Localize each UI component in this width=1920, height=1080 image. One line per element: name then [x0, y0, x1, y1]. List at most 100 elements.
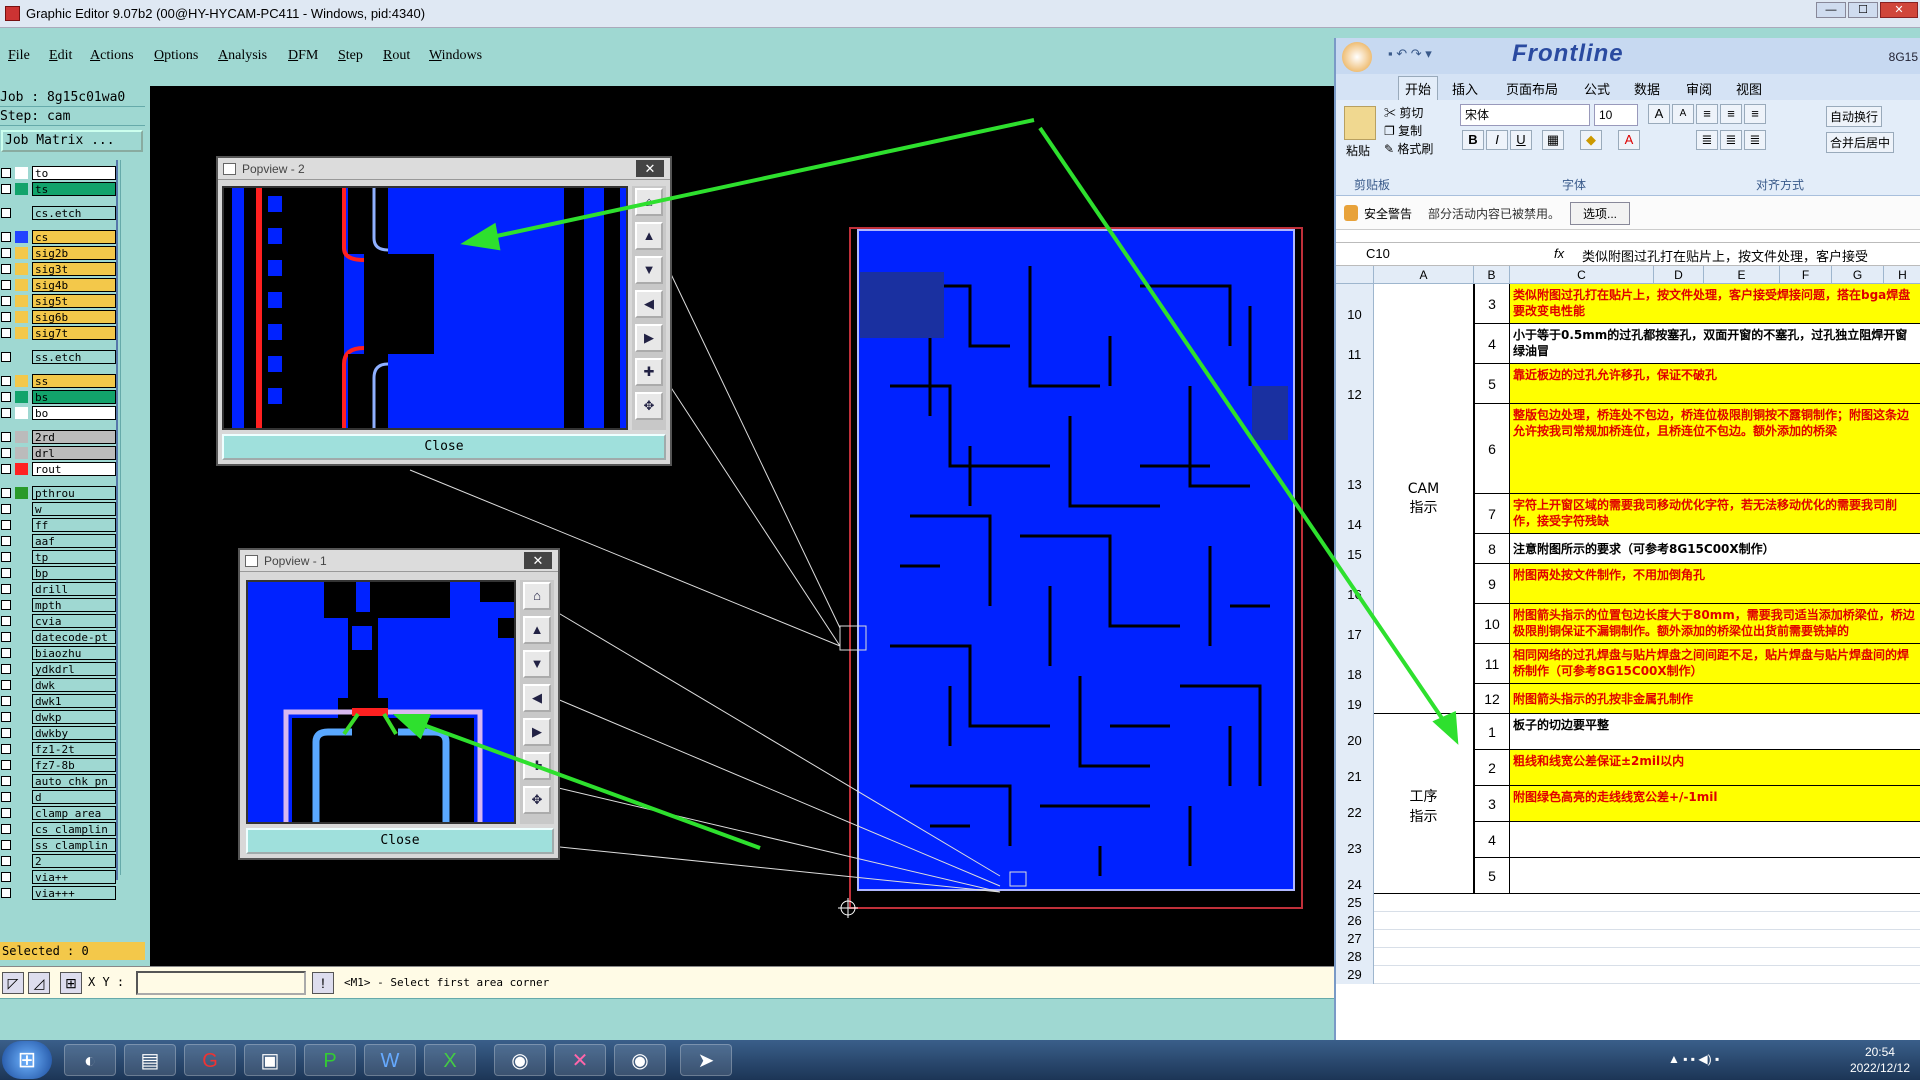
layer-checkbox[interactable] [1, 568, 11, 578]
layer-name[interactable]: dwk [32, 678, 116, 692]
minimize-icon[interactable]: — [1816, 2, 1846, 18]
pan-left-icon[interactable]: ◀ [523, 684, 551, 712]
layer-color-swatch[interactable] [15, 855, 28, 867]
layer-row[interactable]: mpth [0, 598, 118, 612]
col-header-e[interactable]: E [1704, 266, 1780, 284]
layer-name[interactable]: ts [32, 182, 116, 196]
zoom-home-icon[interactable]: ⌂ [523, 582, 551, 610]
close-icon[interactable]: ✕ [524, 552, 552, 569]
layer-color-swatch[interactable] [15, 247, 28, 259]
close-icon[interactable]: ✕ [636, 160, 664, 177]
layer-color-swatch[interactable] [15, 567, 28, 579]
layer-checkbox[interactable] [1, 712, 11, 722]
layer-name[interactable]: dwkby [32, 726, 116, 740]
layer-row[interactable]: sig7t [0, 326, 118, 340]
item-number-cell[interactable]: 5 [1474, 364, 1510, 403]
layer-color-swatch[interactable] [15, 551, 28, 563]
taskbar-app-excel[interactable]: X [424, 1044, 476, 1076]
layer-name[interactable]: via+++ [32, 886, 116, 900]
item-number-cell[interactable]: 12 [1474, 684, 1510, 713]
layer-row[interactable]: ss_clamplin [0, 838, 118, 852]
table-row[interactable] [1374, 948, 1920, 966]
grid-tool-icon[interactable]: ⊞ [60, 972, 82, 994]
layer-row[interactable]: ss.etch [0, 350, 118, 364]
layer-checkbox[interactable] [1, 392, 11, 402]
instruction-cell[interactable]: 小于等于0.5mm的过孔都按塞孔，双面开窗的不塞孔，过孔独立阻焊开窗绿油冒 [1510, 324, 1920, 363]
layer-checkbox[interactable] [1, 248, 11, 258]
layer-row[interactable]: ss [0, 374, 118, 388]
layer-color-swatch[interactable] [15, 183, 28, 195]
border-icon[interactable]: ▦ [1542, 130, 1564, 150]
taskbar-app-notepad[interactable]: ▤ [124, 1044, 176, 1076]
layer-row[interactable]: sig2b [0, 246, 118, 260]
layer-name[interactable]: pthrou [32, 486, 116, 500]
zoom-fit-icon[interactable]: ✥ [635, 392, 663, 420]
layer-color-swatch[interactable] [15, 375, 28, 387]
taskbar-app-arrow[interactable]: ➤ [680, 1044, 732, 1076]
layer-checkbox[interactable] [1, 664, 11, 674]
layer-color-swatch[interactable] [15, 447, 28, 459]
layer-row[interactable]: ts [0, 182, 118, 196]
instruction-cell[interactable] [1510, 858, 1920, 893]
row-header[interactable]: 26 [1336, 912, 1374, 930]
layer-name[interactable]: sig2b [32, 246, 116, 260]
layer-checkbox[interactable] [1, 488, 11, 498]
layer-row[interactable]: bp [0, 566, 118, 580]
pan-down-icon[interactable]: ▼ [635, 256, 663, 284]
instruction-cell[interactable]: 粗线和线宽公差保证±2mil以内 [1510, 750, 1920, 785]
layer-name[interactable]: tp [32, 550, 116, 564]
pan-right-icon[interactable]: ▶ [635, 324, 663, 352]
layer-row[interactable]: drl [0, 446, 118, 460]
layer-color-swatch[interactable] [15, 295, 28, 307]
layer-row[interactable]: cs_clamplin [0, 822, 118, 836]
instruction-cell[interactable]: 注意附图所示的要求（可参考8G15C00X制作） [1510, 534, 1920, 563]
layer-row[interactable]: to [0, 166, 118, 180]
taskbar-app-x[interactable]: ✕ [554, 1044, 606, 1076]
layer-row[interactable]: rout [0, 462, 118, 476]
menu-analysis[interactable]: Analysis [218, 48, 267, 64]
merge-center-button[interactable]: 合并后居中 [1826, 132, 1895, 153]
layer-checkbox[interactable] [1, 184, 11, 194]
layer-name[interactable]: fz1-2t [32, 742, 116, 756]
layer-color-swatch[interactable] [15, 647, 28, 659]
formula-input[interactable]: 类似附图过孔打在贴片上，按文件处理，客户接受 [1582, 246, 1868, 265]
quick-access-icons[interactable]: ▪ ↶ ↷ ▾ [1388, 46, 1432, 62]
select-tool-icon[interactable]: ◸ [2, 972, 24, 994]
menu-file[interactable]: File [8, 48, 30, 64]
layer-row[interactable]: 2 [0, 854, 118, 868]
col-header-g[interactable]: G [1832, 266, 1884, 284]
layer-name[interactable]: rout [32, 462, 116, 476]
table-row[interactable] [1374, 912, 1920, 930]
layer-color-swatch[interactable] [15, 887, 28, 899]
layer-scrollbar[interactable] [120, 160, 146, 875]
layer-checkbox[interactable] [1, 504, 11, 514]
item-number-cell[interactable]: 2 [1474, 750, 1510, 785]
row-header[interactable]: 25 [1336, 894, 1374, 912]
fx-icon[interactable]: fx [1554, 246, 1564, 261]
pan-up-icon[interactable]: ▲ [635, 222, 663, 250]
align-right-icon[interactable]: ≣ [1744, 130, 1766, 150]
layer-checkbox[interactable] [1, 888, 11, 898]
layer-row[interactable]: sig3t [0, 262, 118, 276]
row-header[interactable]: 21 [1336, 750, 1374, 786]
layer-name[interactable]: sig7t [32, 326, 116, 340]
taskbar-app-eye2[interactable]: ◉ [614, 1044, 666, 1076]
layer-color-swatch[interactable] [15, 311, 28, 323]
layer-color-swatch[interactable] [15, 679, 28, 691]
instruction-cell[interactable]: 整版包边处理，桥连处不包边，桥连位极限削铜按不露铜制作；附图这条边允许按我司常规… [1510, 404, 1920, 493]
layer-row[interactable]: d [0, 790, 118, 804]
alert-icon[interactable]: ! [312, 972, 334, 994]
layer-checkbox[interactable] [1, 232, 11, 242]
layer-checkbox[interactable] [1, 760, 11, 770]
pan-left-icon[interactable]: ◀ [635, 290, 663, 318]
layer-color-swatch[interactable] [15, 487, 28, 499]
align-center-icon[interactable]: ≣ [1720, 130, 1742, 150]
popview-2-canvas[interactable] [222, 186, 628, 430]
zoom-in-icon[interactable]: ✚ [635, 358, 663, 386]
row-header[interactable]: 19 [1336, 684, 1374, 714]
row-header[interactable]: 29 [1336, 966, 1374, 984]
layer-color-swatch[interactable] [15, 807, 28, 819]
layer-name[interactable]: sig5t [32, 294, 116, 308]
menu-step[interactable]: Step [338, 48, 363, 64]
layer-checkbox[interactable] [1, 448, 11, 458]
